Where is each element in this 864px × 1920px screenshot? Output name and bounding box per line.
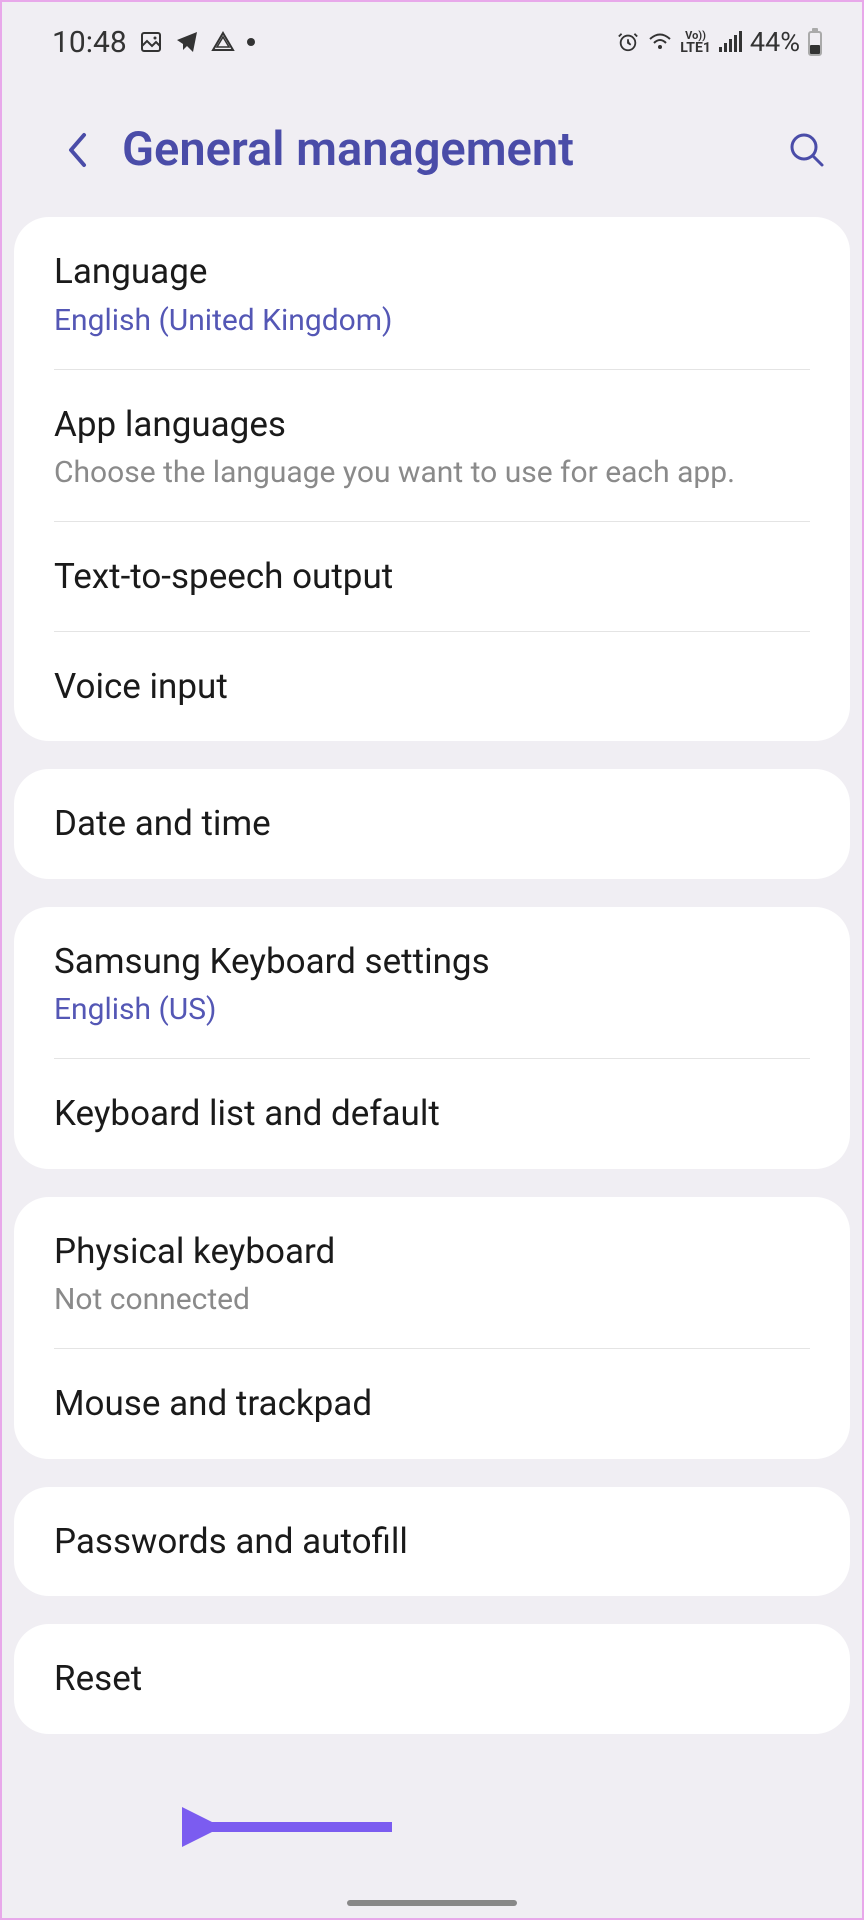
home-indicator[interactable] — [347, 1900, 517, 1906]
page-title: General management — [122, 122, 787, 177]
item-title: Date and time — [54, 801, 810, 847]
item-subtitle: Not connected — [54, 1282, 810, 1317]
battery-percent: 44% — [750, 26, 800, 58]
notification-dot — [247, 38, 255, 46]
wifi-icon — [648, 30, 672, 54]
item-physical-keyboard[interactable]: Physical keyboard Not connected — [14, 1197, 850, 1350]
settings-group-reset: Reset — [14, 1624, 850, 1734]
item-title: Mouse and trackpad — [54, 1381, 810, 1427]
item-reset[interactable]: Reset — [14, 1624, 850, 1734]
item-mouse-trackpad[interactable]: Mouse and trackpad — [14, 1349, 850, 1459]
network-indicator: Vo)) LTE1 — [680, 30, 711, 55]
item-title: Language — [54, 249, 810, 295]
status-right: Vo)) LTE1 44% — [616, 26, 822, 58]
settings-group-passwords: Passwords and autofill — [14, 1487, 850, 1597]
settings-group-input-devices: Physical keyboard Not connected Mouse an… — [14, 1197, 850, 1459]
alarm-icon — [616, 30, 640, 54]
item-title: Text-to-speech output — [54, 554, 810, 600]
item-title: Physical keyboard — [54, 1229, 810, 1275]
image-icon — [139, 30, 163, 54]
status-time: 10:48 — [52, 25, 127, 60]
triangle-icon — [211, 30, 235, 54]
item-title: Reset — [54, 1656, 810, 1702]
item-title: App languages — [54, 402, 810, 448]
item-title: Keyboard list and default — [54, 1091, 810, 1137]
page-header: General management — [2, 72, 862, 217]
item-title: Voice input — [54, 664, 810, 710]
status-bar: 10:48 — [2, 2, 862, 72]
status-left: 10:48 — [52, 25, 255, 60]
item-title: Passwords and autofill — [54, 1519, 810, 1565]
item-keyboard-list[interactable]: Keyboard list and default — [14, 1059, 850, 1169]
search-icon — [788, 131, 826, 169]
settings-group-keyboard: Samsung Keyboard settings English (US) K… — [14, 907, 850, 1169]
chevron-left-icon — [66, 131, 88, 169]
item-subtitle: English (United Kingdom) — [54, 303, 810, 338]
item-date-time[interactable]: Date and time — [14, 769, 850, 879]
settings-group-date: Date and time — [14, 769, 850, 879]
item-title: Samsung Keyboard settings — [54, 939, 810, 985]
item-voice-input[interactable]: Voice input — [14, 632, 850, 742]
item-subtitle: English (US) — [54, 992, 810, 1027]
item-passwords-autofill[interactable]: Passwords and autofill — [14, 1487, 850, 1597]
settings-group-language: Language English (United Kingdom) App la… — [14, 217, 850, 741]
back-button[interactable] — [57, 130, 97, 170]
telegram-icon — [175, 30, 199, 54]
item-tts[interactable]: Text-to-speech output — [14, 522, 850, 632]
search-button[interactable] — [787, 130, 827, 170]
item-subtitle: Choose the language you want to use for … — [54, 455, 810, 490]
battery-icon — [808, 28, 822, 56]
item-app-languages[interactable]: App languages Choose the language you wa… — [14, 370, 850, 523]
annotation-arrow — [182, 1802, 402, 1856]
item-samsung-keyboard[interactable]: Samsung Keyboard settings English (US) — [14, 907, 850, 1060]
item-language[interactable]: Language English (United Kingdom) — [14, 217, 850, 370]
signal-icon — [719, 32, 742, 52]
